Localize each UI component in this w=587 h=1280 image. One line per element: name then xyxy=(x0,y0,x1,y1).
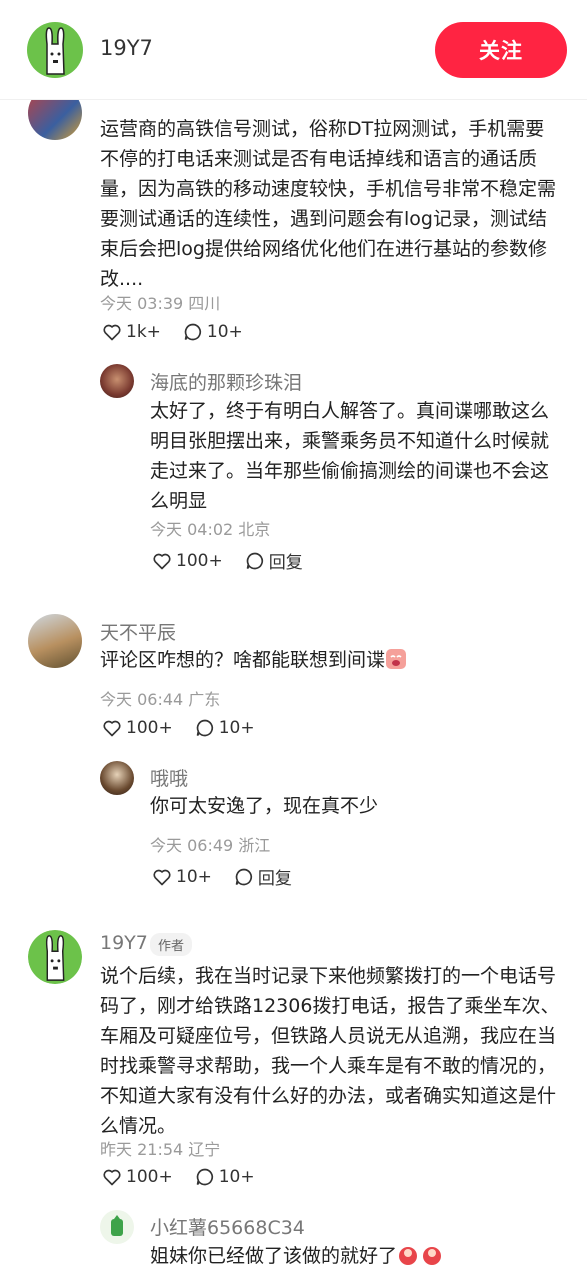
crying-face-emoji-icon xyxy=(386,649,407,669)
like-button[interactable]: 100+ xyxy=(102,718,173,738)
like-count: 1k+ xyxy=(126,322,161,342)
comment-actions: 100+ 10+ xyxy=(102,1167,277,1187)
reply-actions: 10+ 回复 xyxy=(152,864,314,889)
author-badge: 作者 xyxy=(150,933,193,956)
reply-count-button[interactable]: 10+ xyxy=(195,718,255,738)
reply-count-button[interactable]: 10+ xyxy=(195,1167,255,1187)
like-count: 100+ xyxy=(126,718,173,738)
like-count: 100+ xyxy=(176,550,223,571)
reply-count: 10+ xyxy=(218,1167,255,1187)
reply-count: 10+ xyxy=(218,718,255,738)
reply-count-button[interactable]: 10+ xyxy=(183,322,243,342)
reply-avatar[interactable] xyxy=(100,364,134,398)
reply-meta: 今天 04:02 北京 xyxy=(150,520,271,539)
heart-icon xyxy=(103,324,121,341)
comment-meta: 今天 06:44 广东 xyxy=(100,690,221,709)
commenter-avatar[interactable] xyxy=(28,930,82,984)
commenter-username[interactable]: 天不平辰 xyxy=(100,618,176,645)
commenter-avatar[interactable] xyxy=(28,614,82,668)
heart-icon xyxy=(103,1169,121,1186)
like-button[interactable]: 100+ xyxy=(152,551,223,571)
heart-icon xyxy=(153,553,171,569)
reply-actions: 100+ 回复 xyxy=(152,548,325,573)
comment-text: 评论区咋想的？啥都能联想到间谍 xyxy=(100,645,407,675)
reply-count: 10+ xyxy=(206,322,243,342)
like-button[interactable]: 10+ xyxy=(152,867,212,887)
like-button[interactable]: 1k+ xyxy=(102,322,161,342)
doll-emoji-icon xyxy=(399,1247,442,1265)
comment-bubble-icon xyxy=(196,719,213,737)
reply-button[interactable]: 回复 xyxy=(234,864,292,889)
comment-bubble-icon xyxy=(235,868,252,885)
reply-meta: 今天 06:49 浙江 xyxy=(150,836,271,855)
comment-bubble-icon xyxy=(196,1168,213,1186)
reply-username[interactable]: 海底的那颗珍珠泪 xyxy=(150,368,302,395)
comment-meta: 昨天 21:54 辽宁 xyxy=(100,1140,221,1159)
author-avatar[interactable] xyxy=(27,22,83,78)
reply-label: 回复 xyxy=(268,553,303,573)
reply-username[interactable]: 小红薯65668C34 xyxy=(150,1213,305,1240)
reply-label: 回复 xyxy=(257,869,292,889)
commenter-username[interactable]: 19Y7 xyxy=(100,932,148,954)
comment-text: 说个后续，我在当时记录下来他频繁拨打的一个电话号 码了，刚才给铁路12306拨打… xyxy=(100,965,560,1137)
heart-icon xyxy=(153,869,171,885)
follow-button[interactable]: 关注 xyxy=(435,22,567,78)
like-button[interactable]: 100+ xyxy=(102,1167,173,1187)
reply-username[interactable]: 哦哦 xyxy=(150,764,188,791)
reply-text: 你可太安逸了，现在真不少 xyxy=(150,795,379,817)
reply-avatar[interactable] xyxy=(100,1210,134,1244)
like-count: 10+ xyxy=(176,866,212,887)
comment-actions: 100+ 10+ xyxy=(102,718,277,738)
like-count: 100+ xyxy=(126,1167,173,1187)
author-username[interactable]: 19Y7 xyxy=(100,36,153,60)
comment-actions: 1k+ 10+ xyxy=(102,322,265,342)
top-bar: 19Y7 关注 xyxy=(0,0,587,100)
comment-bubble-icon xyxy=(184,323,201,341)
reply-avatar[interactable] xyxy=(100,761,134,795)
reply-button[interactable]: 回复 xyxy=(245,548,303,573)
reply-text: 太好了，终于有明白人解答了。真间谍哪敢这么 明目张胆摆出来，乘警乘务员不知道什么… xyxy=(150,400,550,512)
comment-meta: 今天 03:39 四川 xyxy=(100,294,221,313)
heart-icon xyxy=(103,720,121,737)
reply-text: 姐妹你已经做了该做的就好了 xyxy=(150,1241,445,1271)
comment-bubble-icon xyxy=(246,552,263,569)
comment-text: 运营商的高铁信号测试，俗称DT拉网测试，手机需要 不停的打电话来测试是否有电话掉… xyxy=(100,118,557,290)
